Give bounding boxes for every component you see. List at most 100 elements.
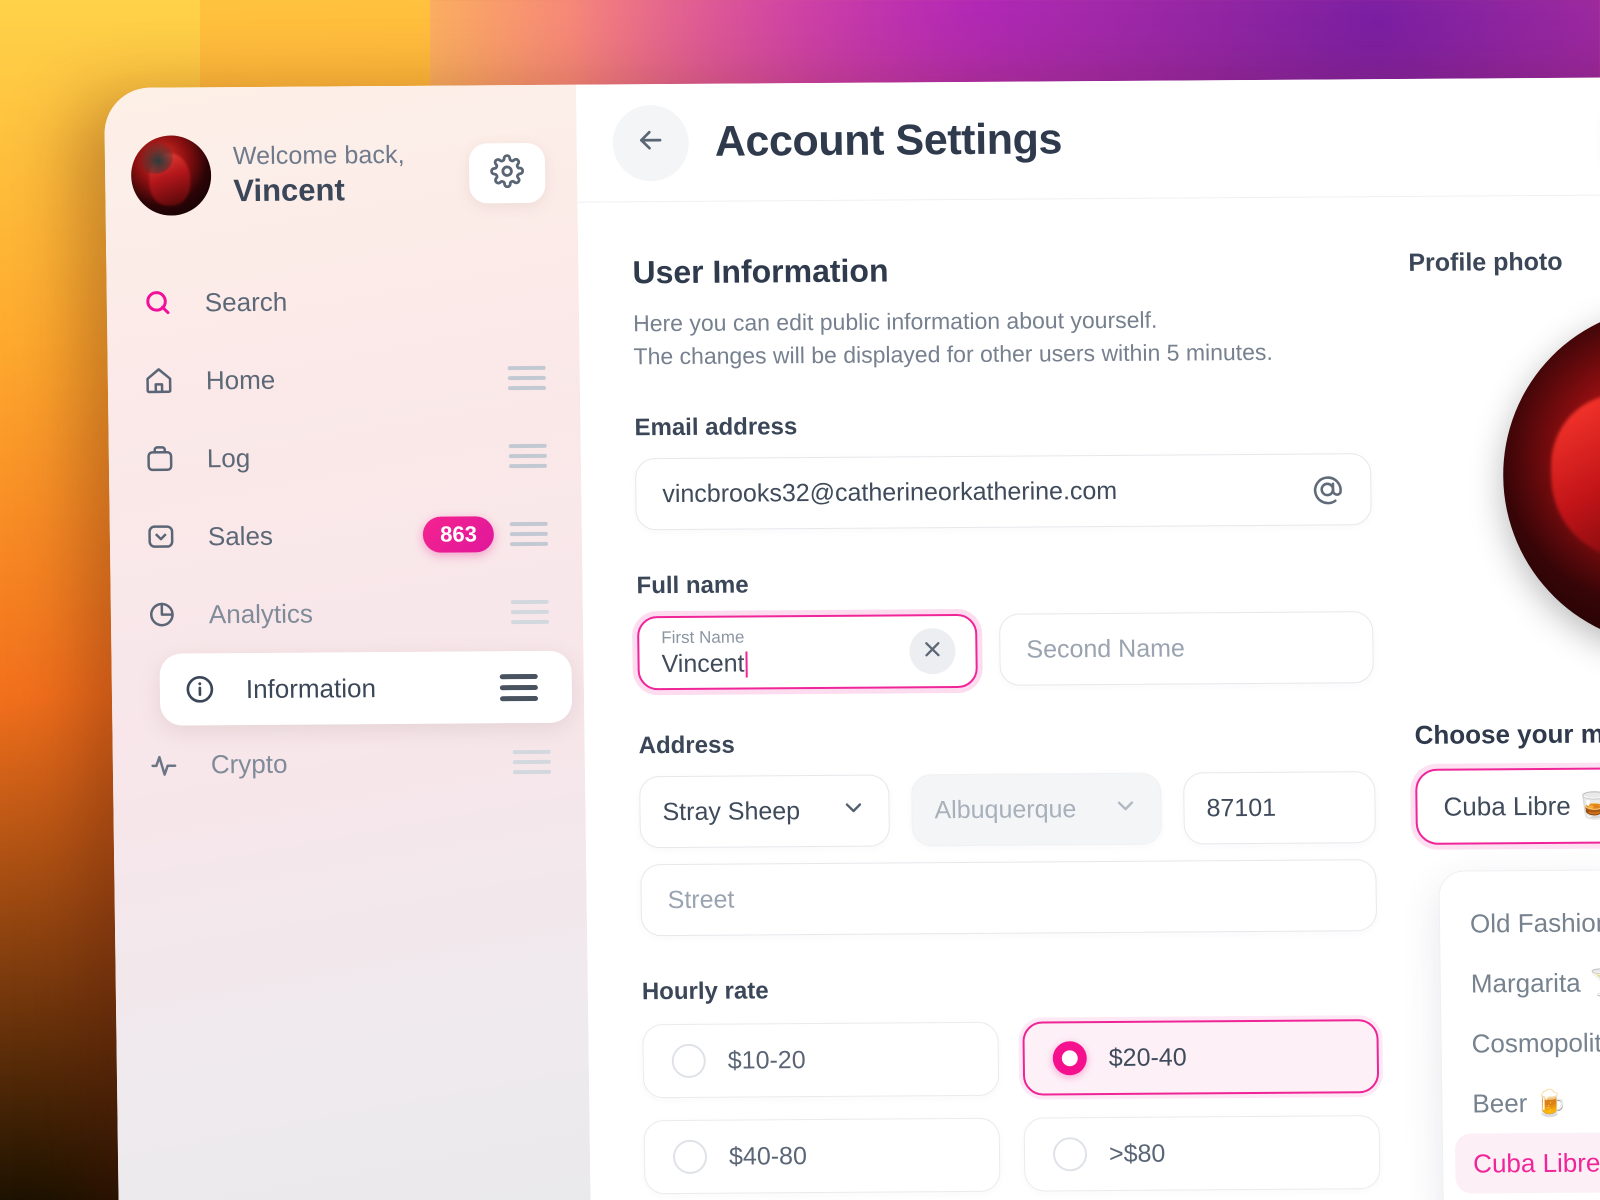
drink-option-old-fashioned[interactable]: Old Fashioned xyxy=(1440,891,1600,953)
fullname-group: Full name First Name Vincent Second Name xyxy=(636,567,1374,691)
drink-option-label: Beer 🍺 xyxy=(1472,1087,1568,1118)
fullname-label: Full name xyxy=(636,571,749,600)
content-area: User Information Here you can edit publi… xyxy=(578,195,1600,1200)
country-select[interactable]: Stray Sheep xyxy=(639,774,891,849)
main-content: Account Settings User Information Here y… xyxy=(575,76,1600,1200)
zip-input[interactable]: 87101 xyxy=(1183,771,1376,845)
chevron-down-icon xyxy=(1112,793,1138,826)
sidebar-item-label: Home xyxy=(205,364,276,395)
second-name-placeholder: Second Name xyxy=(1026,634,1186,664)
sidebar-item-search[interactable]: Search xyxy=(106,261,579,342)
drink-dropdown-menu: Old Fashioned Margarita 🍸 Cosmopolitan B… xyxy=(1438,868,1600,1200)
settings-button[interactable] xyxy=(468,142,546,204)
status-badge: 863 xyxy=(422,516,495,553)
second-name-input[interactable]: Second Name xyxy=(998,611,1374,687)
rate-option-40-80[interactable]: $40-80 xyxy=(643,1118,1001,1195)
first-name-input[interactable]: First Name Vincent xyxy=(636,614,978,691)
drag-handle-icon[interactable] xyxy=(508,443,548,469)
fullname-row: First Name Vincent Second Name xyxy=(636,611,1374,691)
section-description-line2: The changes will be displayed for other … xyxy=(633,338,1273,369)
drag-handle-icon[interactable] xyxy=(512,749,552,775)
at-sign-icon xyxy=(1310,473,1344,507)
first-name-floating-label: First Name xyxy=(661,627,745,647)
close-icon xyxy=(920,637,944,666)
country-value: Stray Sheep xyxy=(662,796,801,826)
sidebar-item-information[interactable]: Information xyxy=(159,650,573,726)
drink-option-beer[interactable]: Beer 🍺 xyxy=(1442,1071,1600,1133)
street-placeholder: Street xyxy=(667,885,735,914)
drink-option-cuba-libre[interactable]: Cuba Libre 🥃 xyxy=(1454,1131,1600,1194)
sidebar-item-log[interactable]: Log xyxy=(108,417,581,498)
profile-column: Profile photo Choose your main Cuba Libr… xyxy=(1368,246,1600,1200)
city-placeholder: Albuquerque xyxy=(934,795,1077,825)
zip-value: 87101 xyxy=(1206,793,1277,823)
top-bar: Account Settings xyxy=(575,76,1600,203)
drink-selected-value: Cuba Libre 🥃 xyxy=(1443,789,1600,822)
sidebar-item-analytics[interactable]: Analytics xyxy=(110,573,583,654)
sidebar-item-sales[interactable]: Sales 863 xyxy=(109,495,582,576)
form-column: User Information Here you can edit publi… xyxy=(578,249,1382,1200)
drink-option-margarita[interactable]: Margarita 🍸 xyxy=(1440,951,1600,1013)
page-title: Account Settings xyxy=(714,115,1063,166)
drink-option-cosmopolitan[interactable]: Cosmopolitan xyxy=(1441,1011,1600,1073)
address-row: Stray Sheep Albuquerque 87101 xyxy=(639,771,1376,849)
radio-dot-icon xyxy=(1052,1041,1088,1076)
sidebar-item-label: Analytics xyxy=(208,598,314,629)
section-description: Here you can edit public information abo… xyxy=(633,302,1370,372)
chevron-down-icon xyxy=(840,794,866,827)
sidebar-item-label: Crypto xyxy=(210,748,288,779)
drag-handle-icon[interactable] xyxy=(507,365,546,391)
drink-option-label: Cuba Libre 🥃 xyxy=(1472,1147,1600,1178)
radio-dot-icon xyxy=(672,1140,708,1175)
address-group: Address Stray Sheep Albuquerque 87101 St… xyxy=(638,727,1378,937)
clear-first-name-button[interactable] xyxy=(909,628,956,675)
greeting-block: Welcome back, Vincent xyxy=(233,141,406,209)
hourly-rate-label: Hourly rate xyxy=(641,977,769,1006)
address-label: Address xyxy=(638,731,735,760)
rate-option-label: $20-40 xyxy=(1108,1043,1187,1072)
drink-label: Choose your main xyxy=(1414,718,1600,750)
hourly-rate-options: $10-20 $20-40 $40-80 >$80 xyxy=(642,1019,1381,1195)
email-field[interactable]: vincbrooks32@catherineorkatherine.com xyxy=(634,453,1372,531)
rate-option-20-40[interactable]: $20-40 xyxy=(1022,1019,1380,1096)
search-icon xyxy=(143,287,183,317)
drag-handle-icon[interactable] xyxy=(509,521,549,547)
profile-photo-label: Profile photo xyxy=(1408,247,1563,277)
pie-chart-icon xyxy=(147,599,187,629)
email-value: vincbrooks32@catherineorkatherine.com xyxy=(662,476,1118,508)
email-label: Email address xyxy=(634,413,798,442)
gear-icon xyxy=(490,153,525,193)
sidebar-item-label: Information xyxy=(245,672,377,704)
rate-option-label: $10-20 xyxy=(727,1045,806,1075)
sidebar-item-label: Sales xyxy=(207,520,274,551)
text-caret xyxy=(745,651,748,678)
activity-icon xyxy=(149,749,189,779)
info-circle-icon xyxy=(184,673,224,705)
drink-option-sake[interactable]: Sake 🍶 xyxy=(1444,1191,1600,1200)
city-select[interactable]: Albuquerque xyxy=(911,772,1162,847)
drag-handle-icon[interactable] xyxy=(510,599,550,625)
drag-handle-icon[interactable] xyxy=(499,673,539,701)
app-window: Welcome back, Vincent Search Home Log Sa… xyxy=(104,76,1600,1200)
radio-dot-icon xyxy=(1052,1137,1088,1172)
avatar[interactable] xyxy=(130,135,212,216)
rate-option-10-20[interactable]: $10-20 xyxy=(642,1022,1000,1099)
drink-select[interactable]: Cuba Libre 🥃 xyxy=(1415,766,1600,845)
first-name-value: Vincent xyxy=(661,649,745,679)
street-input[interactable]: Street xyxy=(640,859,1378,937)
radio-dot-icon xyxy=(671,1044,707,1079)
sidebar-item-crypto[interactable]: Crypto xyxy=(112,723,585,804)
home-icon xyxy=(144,365,184,395)
arrow-left-icon xyxy=(635,124,667,161)
sidebar-nav: Search Home Log Sales 863 Analytics Info… xyxy=(106,261,585,804)
hourly-rate-group: Hourly rate $10-20 $20-40 $40-80 >$80 xyxy=(641,973,1381,1195)
profile-photo[interactable] xyxy=(1500,304,1600,648)
back-button[interactable] xyxy=(612,104,690,181)
drink-option-label: Cosmopolitan xyxy=(1471,1026,1600,1058)
bag-icon xyxy=(145,443,185,473)
rate-option-over-80[interactable]: >$80 xyxy=(1023,1115,1381,1192)
user-name: Vincent xyxy=(233,171,345,208)
sidebar-item-home[interactable]: Home xyxy=(107,339,580,420)
drink-option-label: Old Fashioned xyxy=(1469,906,1600,938)
email-group: Email address vincbrooks32@catherineorka… xyxy=(634,409,1372,531)
